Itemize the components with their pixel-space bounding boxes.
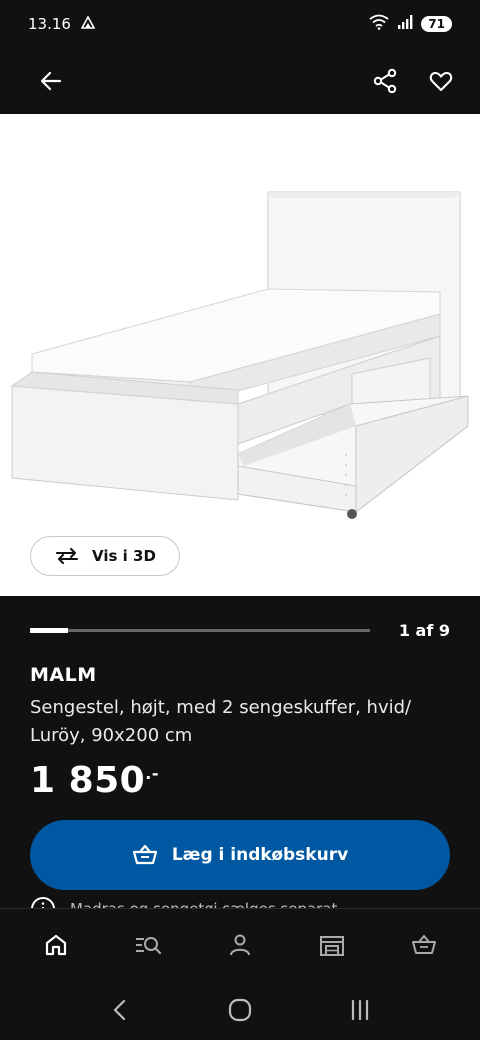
signal-icon: [397, 14, 413, 34]
system-home-button[interactable]: [216, 986, 264, 1034]
pager-counter: 1 af 9: [398, 620, 450, 640]
back-arrow-icon: [40, 71, 62, 91]
add-to-cart-button[interactable]: Læg i indkøbskurv: [30, 820, 450, 890]
view-3d-label: Vis i 3D: [92, 547, 156, 565]
product-image[interactable]: Vis i 3D: [0, 114, 480, 596]
pager-track[interactable]: [30, 627, 370, 633]
product-name: MALM: [30, 664, 97, 686]
battery-indicator: 71: [421, 16, 452, 32]
nav-profile[interactable]: [216, 921, 264, 969]
share-icon: [373, 68, 397, 94]
home-icon: [45, 934, 67, 955]
price-value: 1 850: [30, 760, 146, 801]
nav-store[interactable]: [308, 921, 356, 969]
home-circle-icon: [228, 998, 252, 1022]
system-back-button[interactable]: [96, 986, 144, 1034]
recents-icon: [351, 999, 369, 1021]
search-icon: [136, 936, 162, 954]
status-bar: 13.16 71: [0, 0, 480, 48]
share-button[interactable]: [368, 64, 402, 98]
view-3d-button[interactable]: Vis i 3D: [30, 536, 180, 576]
rotate-3d-icon: [55, 547, 79, 565]
chevron-left-icon: [113, 999, 126, 1021]
status-time: 13.16: [28, 15, 71, 33]
info-text: Madras og sengetøj sælges separat: [70, 900, 337, 908]
nav-cart[interactable]: [400, 921, 448, 969]
product-description: Sengestel, højt, med 2 sengeskuffer, hvi…: [30, 697, 412, 746]
notification-icon: [80, 15, 96, 33]
info-icon: [31, 897, 55, 908]
add-to-cart-label: Læg i indkøbskurv: [171, 845, 349, 865]
system-nav: [0, 980, 480, 1040]
store-icon: [320, 935, 344, 956]
bottom-nav: [0, 908, 480, 980]
basket-icon: [132, 844, 157, 865]
nav-home[interactable]: [32, 921, 80, 969]
product-price: 1 850.-: [30, 760, 159, 801]
heart-icon: [429, 71, 453, 92]
info-row: Madras og sengetøj sælges separat: [30, 890, 450, 908]
bed-illustration: [10, 191, 469, 519]
pager-progress: [30, 627, 68, 633]
cart-icon: [412, 934, 436, 954]
price-suffix: .-: [145, 764, 159, 783]
back-button[interactable]: [34, 64, 68, 98]
image-pager: 1 af 9: [0, 600, 480, 660]
system-recents-button[interactable]: [336, 986, 384, 1034]
app-header: [0, 48, 480, 114]
profile-icon: [230, 934, 250, 955]
nav-search[interactable]: [124, 921, 172, 969]
favorite-button[interactable]: [424, 64, 458, 98]
wifi-icon: [369, 14, 389, 34]
